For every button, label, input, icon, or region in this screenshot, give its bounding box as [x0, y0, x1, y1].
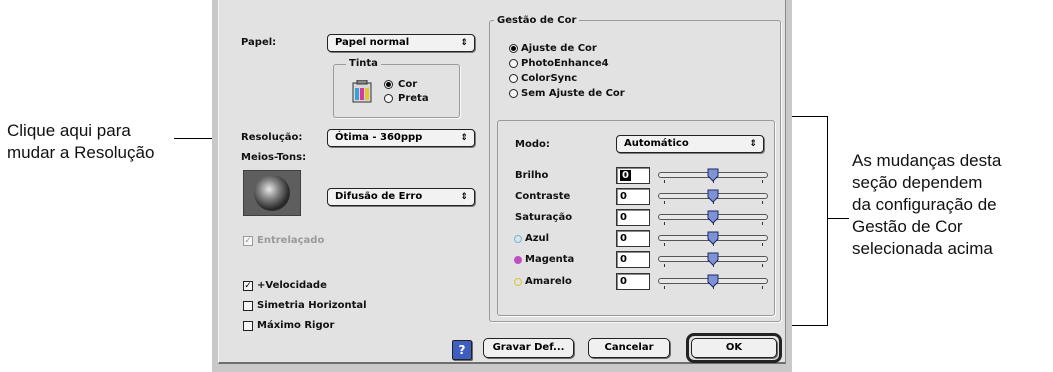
- slider-value: 0: [620, 212, 627, 223]
- photoenhance-radio[interactable]: [509, 59, 518, 68]
- popup-arrows-icon: ⇕: [460, 38, 468, 48]
- colorsync-radio[interactable]: [509, 74, 518, 83]
- color-management-title: Gestão de Cor: [494, 15, 580, 26]
- slider-value-field[interactable]: 0: [616, 251, 650, 268]
- slider-value: 0: [620, 170, 631, 181]
- ink-group-title: Tinta: [346, 58, 381, 69]
- colorsync-label: ColorSync: [521, 73, 578, 84]
- paper-value: Papel normal: [335, 37, 410, 48]
- slider-thumb-icon[interactable]: [707, 168, 719, 182]
- slider-label: Azul: [525, 233, 550, 244]
- popup-arrows-icon: ⇕: [460, 133, 468, 143]
- ink-black-label: Preta: [398, 93, 429, 104]
- ok-button[interactable]: OK: [691, 338, 777, 358]
- slider-value: 0: [620, 233, 627, 244]
- ink-cartridge-icon: [352, 80, 372, 103]
- slider-thumb-icon[interactable]: [707, 252, 719, 266]
- channel-color-dot-icon: [514, 278, 522, 286]
- paper-label: Papel:: [241, 37, 277, 48]
- mode-label: Modo:: [515, 139, 550, 150]
- speed-label: +Velocidade: [257, 280, 327, 291]
- resolution-popup[interactable]: Ótima - 360ppp ⇕: [327, 129, 475, 147]
- slider-tick: [762, 243, 763, 246]
- slider-value-field[interactable]: 0: [616, 230, 650, 247]
- color-adjust-radio[interactable]: [509, 44, 518, 53]
- slider-label: Amarelo: [525, 276, 572, 287]
- slider-label: Brilho: [515, 170, 549, 181]
- slider-tick: [762, 180, 763, 183]
- resolution-value: Ótima - 360ppp: [335, 132, 423, 143]
- slider-tick: [664, 222, 665, 225]
- interleaved-checkbox[interactable]: ✓: [243, 236, 253, 246]
- slider-tick: [762, 286, 763, 289]
- slider-tick: [664, 243, 665, 246]
- halftone-value: Difusão de Erro: [335, 191, 423, 202]
- slider-thumb-icon[interactable]: [707, 274, 719, 288]
- speed-checkbox[interactable]: ✓: [243, 281, 253, 291]
- ink-color-label: Cor: [398, 79, 418, 90]
- channel-color-dot-icon: [514, 256, 522, 264]
- callout-line-3: da configuração de: [852, 195, 997, 214]
- slider-tick: [664, 180, 665, 183]
- popup-arrows-icon: ⇕: [749, 139, 757, 149]
- slider-tick: [762, 222, 763, 225]
- slider-value-field[interactable]: 0: [616, 188, 650, 205]
- slider-tick: [664, 264, 665, 267]
- slider-value-field[interactable]: 0: [616, 273, 650, 290]
- channel-color-dot-icon: [514, 235, 522, 243]
- slider-tick: [664, 286, 665, 289]
- flip-horizontal-label: Simetria Horizontal: [257, 300, 367, 311]
- slider-tick: [762, 264, 763, 267]
- slider-label: Saturação: [515, 212, 573, 223]
- no-color-adjust-label: Sem Ajuste de Cor: [521, 88, 625, 99]
- halftone-label: Meios-Tons:: [241, 152, 307, 163]
- halftone-popup[interactable]: Difusão de Erro ⇕: [327, 188, 475, 206]
- callout-line-4: Gestão de Cor: [852, 217, 963, 236]
- callout-line-2: mudar a Resolução: [7, 143, 155, 162]
- finest-detail-checkbox[interactable]: [243, 321, 253, 331]
- slider-value: 0: [620, 254, 627, 265]
- slider-label: Contraste: [515, 191, 571, 202]
- print-settings-dialog: Papel: Papel normal ⇕ Tinta Cor Preta Re…: [212, 0, 792, 372]
- no-color-adjust-radio[interactable]: [509, 89, 518, 98]
- callout-line-2: seção dependem: [852, 173, 983, 192]
- cancel-button[interactable]: Cancelar: [588, 338, 670, 358]
- bracket-vertical: [827, 116, 828, 326]
- resolution-callout: Clique aqui para mudar a Resolução: [7, 120, 154, 164]
- callout-line-1: As mudanças desta: [852, 151, 1002, 170]
- mode-popup[interactable]: Automático ⇕: [616, 135, 764, 153]
- save-settings-button[interactable]: Gravar Def...: [483, 338, 574, 358]
- slider-value-field[interactable]: 0: [616, 167, 650, 184]
- slider-value-field[interactable]: 0: [616, 209, 650, 226]
- help-button[interactable]: ?: [452, 340, 472, 360]
- interleaved-label: Entrelaçado: [257, 235, 325, 246]
- slider-label: Magenta: [525, 254, 575, 265]
- bracket-leader: [827, 218, 849, 219]
- slider-thumb-icon[interactable]: [707, 210, 719, 224]
- callout-line-5: selecionada acima: [852, 239, 993, 258]
- resolution-label: Resolução:: [241, 132, 303, 143]
- flip-horizontal-checkbox[interactable]: [243, 301, 253, 311]
- color-adjust-label: Ajuste de Cor: [521, 43, 597, 54]
- slider-value: 0: [620, 191, 627, 202]
- finest-detail-label: Máximo Rigor: [257, 320, 335, 331]
- slider-value: 0: [620, 276, 627, 287]
- slider-tick: [664, 201, 665, 204]
- photoenhance-label: PhotoEnhance4: [521, 58, 609, 69]
- popup-arrows-icon: ⇕: [460, 192, 468, 202]
- halftone-preview-image: [243, 170, 301, 216]
- slider-thumb-icon[interactable]: [707, 189, 719, 203]
- paper-popup[interactable]: Papel normal ⇕: [327, 34, 475, 52]
- mode-value: Automático: [624, 138, 689, 149]
- color-section-callout: As mudanças desta seção dependem da conf…: [852, 150, 1001, 260]
- slider-tick: [762, 201, 763, 204]
- ink-color-radio[interactable]: [384, 80, 393, 89]
- slider-thumb-icon[interactable]: [707, 231, 719, 245]
- ink-black-radio[interactable]: [384, 94, 393, 103]
- callout-line-1: Clique aqui para: [7, 121, 131, 140]
